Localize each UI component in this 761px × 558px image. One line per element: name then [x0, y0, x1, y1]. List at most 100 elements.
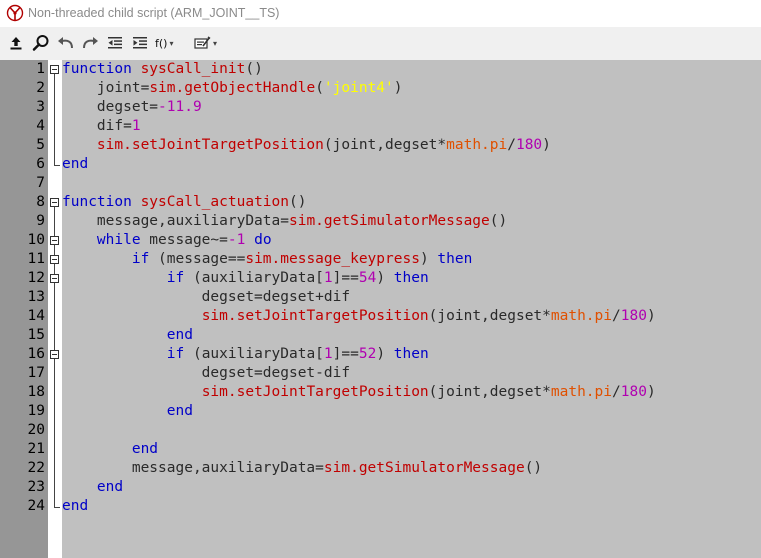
- chevron-down-icon: ▾: [213, 38, 218, 48]
- indent-icon: [133, 37, 147, 49]
- code-line: end: [62, 326, 193, 345]
- code-token: end: [62, 498, 89, 514]
- code-token: degset=: [62, 99, 159, 115]
- undo-button[interactable]: [55, 33, 75, 53]
- code-line: end: [62, 497, 88, 516]
- code-editor[interactable]: function sysCall_init() joint=sim.getObj…: [62, 60, 761, 558]
- code-token: ]==: [332, 346, 359, 362]
- editor-toolbar: f() ▾ ▾: [0, 27, 761, 60]
- code-line: function sysCall_actuation(): [62, 193, 306, 212]
- code-line: end: [62, 402, 193, 421]
- code-token: then: [437, 251, 473, 267]
- code-token: if: [166, 270, 185, 286]
- code-token: ): [376, 346, 394, 362]
- code-token: (): [245, 61, 263, 77]
- code-token: dif=: [62, 118, 132, 134]
- code-token: degset=degset-dif: [62, 365, 351, 381]
- code-token: /: [612, 384, 621, 400]
- code-token: math.pi: [550, 384, 612, 400]
- fold-collapse-icon[interactable]: [48, 193, 62, 212]
- code-line: sim.setJointTargetPosition(joint,degset*…: [62, 307, 656, 326]
- fold-collapse-icon[interactable]: [48, 269, 62, 288]
- line-number: 9: [36, 213, 45, 229]
- line-number: 11: [27, 251, 45, 267]
- code-token: 180: [620, 308, 647, 324]
- line-number: 1: [36, 61, 45, 77]
- code-token: sim.setJointTargetPosition: [201, 308, 429, 324]
- code-line: while message~=-1 do: [62, 231, 272, 250]
- code-token: /: [507, 137, 516, 153]
- snippet-dropdown[interactable]: ▾: [194, 33, 228, 53]
- code-line: message,auxiliaryData=sim.getSimulatorMe…: [62, 459, 542, 478]
- window-title: Non-threaded child script (ARM_JOINT__TS…: [28, 6, 280, 20]
- line-number: 6: [36, 156, 45, 172]
- code-token: -1: [227, 232, 246, 248]
- code-token: end: [166, 327, 193, 343]
- fold-collapse-icon[interactable]: [48, 60, 62, 79]
- insert-snippet-icon: [194, 36, 211, 49]
- code-token: sim.setJointTargetPosition: [96, 137, 324, 153]
- search-button[interactable]: [30, 33, 52, 53]
- search-icon: [32, 35, 49, 51]
- code-token: (message==: [149, 251, 246, 267]
- fold-collapse-icon[interactable]: [48, 250, 62, 269]
- code-token: joint=: [62, 80, 150, 96]
- function-dropdown[interactable]: f() ▾: [155, 33, 189, 53]
- code-token: 'joint4': [323, 80, 394, 96]
- code-token: sim.getSimulatorMessage: [323, 460, 525, 476]
- code-token: (auxiliaryData[: [184, 346, 324, 362]
- code-token: sysCall_actuation: [140, 194, 289, 210]
- code-token: ]==: [332, 270, 359, 286]
- code-line: sim.setJointTargetPosition(joint,degset*…: [62, 136, 551, 155]
- code-token: while: [96, 232, 141, 248]
- code-token: function: [62, 61, 141, 77]
- code-token: ): [376, 270, 394, 286]
- code-token: sim.setJointTargetPosition: [201, 384, 429, 400]
- code-token: ): [646, 384, 656, 400]
- line-number: 22: [27, 460, 45, 476]
- line-number-gutter: 1 2 3 4 5 6 7 8 9 10 11 12 13 14 15 16 17 18 19 20 21 22 23 24: [0, 60, 48, 558]
- code-line: if (auxiliaryData[1]==54) then: [62, 269, 429, 288]
- code-token: 54: [358, 270, 377, 286]
- code-token: 52: [358, 346, 377, 362]
- line-number: 21: [27, 441, 45, 457]
- line-number: 14: [27, 308, 45, 324]
- code-line: if (auxiliaryData[1]==52) then: [62, 345, 429, 364]
- code-line: if (message==sim.message_keypress) then: [62, 250, 473, 269]
- upload-button[interactable]: [6, 33, 26, 53]
- code-token: (joint,degset*: [428, 384, 551, 400]
- upload-icon: [10, 37, 22, 50]
- code-line: message,auxiliaryData=sim.getSimulatorMe…: [62, 212, 507, 231]
- code-token: (): [524, 460, 543, 476]
- fold-collapse-icon[interactable]: [48, 345, 62, 364]
- title-bar: Non-threaded child script (ARM_JOINT__TS…: [0, 0, 761, 27]
- code-line: degset=degset+dif: [62, 288, 350, 307]
- code-token: then: [393, 346, 429, 362]
- chevron-down-icon: ▾: [169, 38, 174, 48]
- line-number: 8: [36, 194, 45, 210]
- line-number: 19: [27, 403, 45, 419]
- code-line: degset=degset-dif: [62, 364, 350, 383]
- fold-end-icon: [48, 497, 62, 516]
- code-token: ): [419, 251, 438, 267]
- line-number: 15: [27, 327, 45, 343]
- redo-icon: [82, 37, 98, 49]
- fold-collapse-icon[interactable]: [48, 231, 62, 250]
- indent-button[interactable]: [130, 33, 150, 53]
- code-token: (auxiliaryData[: [184, 270, 324, 286]
- outdent-button[interactable]: [105, 33, 125, 53]
- code-token: end: [166, 403, 193, 419]
- code-token: (): [288, 194, 307, 210]
- line-number: 5: [36, 137, 45, 153]
- redo-button[interactable]: [80, 33, 100, 53]
- line-number: 16: [27, 346, 45, 362]
- fold-end-icon: [48, 155, 62, 174]
- fold-margin: [48, 60, 62, 558]
- code-token: -11.9: [158, 99, 202, 115]
